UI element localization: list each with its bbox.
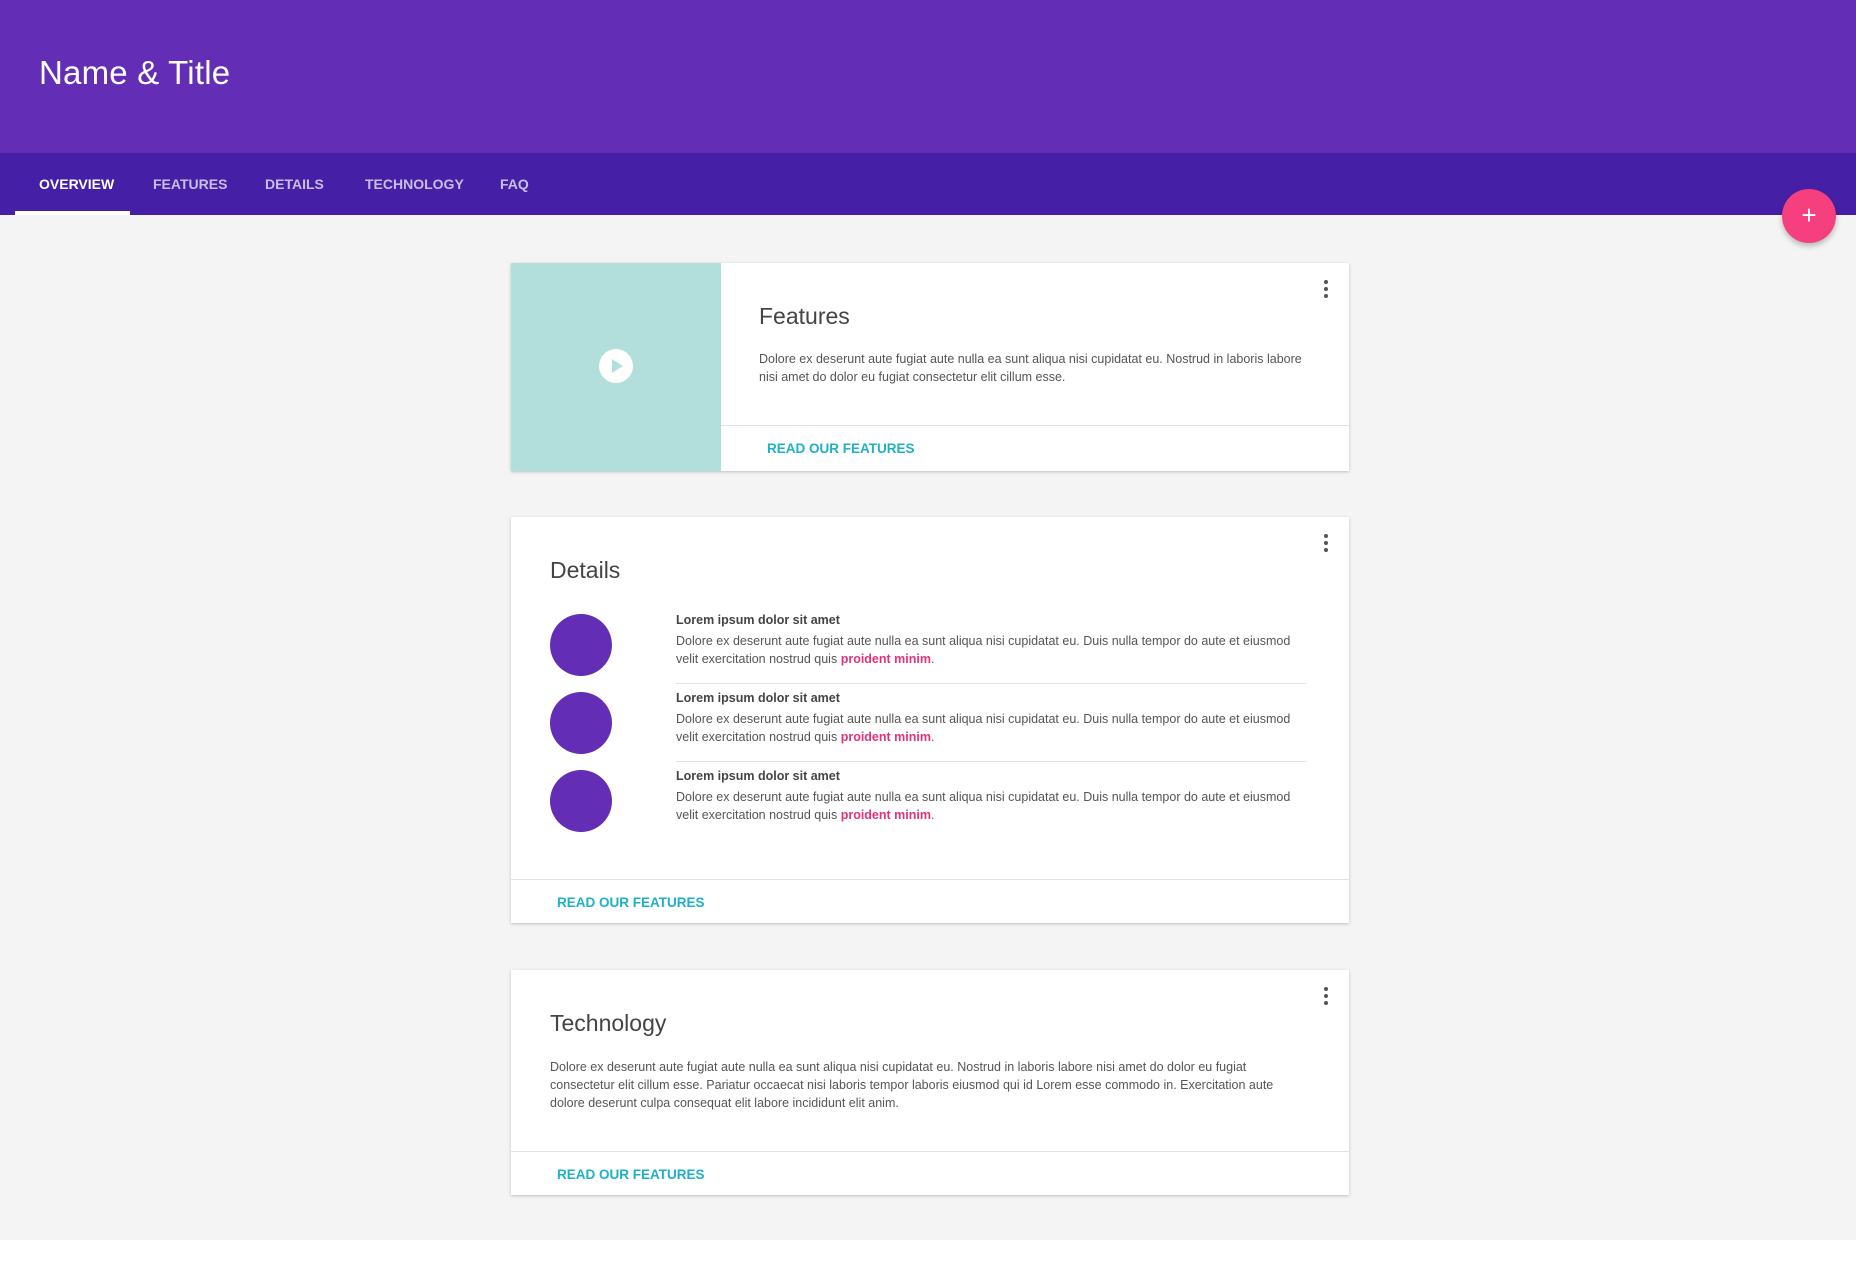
avatar — [550, 614, 612, 676]
features-media — [511, 263, 721, 471]
tab-overview[interactable]: OVERVIEW — [39, 153, 114, 215]
highlight-link[interactable]: proident minim — [841, 652, 931, 666]
tab-faq[interactable]: FAQ — [500, 153, 529, 215]
app-title: Name & Title — [39, 54, 231, 91]
page: Name & Title OVERVIEW FEATURES DETAILS T… — [0, 0, 1856, 1280]
technology-card-body: Dolore ex deserunt aute fugiat aute null… — [550, 1060, 1274, 1110]
footer-space — [0, 1240, 1856, 1280]
plus-icon: + — [1801, 200, 1817, 230]
highlight-link[interactable]: proident minim — [841, 808, 931, 822]
features-card-divider — [721, 425, 1349, 426]
technology-read-button[interactable]: READ OUR FEATURES — [557, 1167, 705, 1182]
details-card: Details Lorem ipsum dolor sit amet Dolor… — [511, 517, 1349, 923]
technology-card-title: Technology — [550, 1010, 667, 1036]
details-card-divider — [511, 879, 1349, 880]
tab-technology[interactable]: TECHNOLOGY — [365, 153, 464, 215]
list-item-text: Dolore ex deserunt aute fugiat aute null… — [676, 790, 1291, 822]
avatar — [550, 770, 612, 832]
tab-bar: OVERVIEW FEATURES DETAILS TECHNOLOGY FAQ — [0, 153, 1856, 215]
highlight-link[interactable]: proident minim — [841, 730, 931, 744]
play-icon[interactable] — [599, 349, 633, 383]
avatar — [550, 692, 612, 754]
app-header: Name & Title — [0, 0, 1856, 153]
details-read-button[interactable]: READ OUR FEATURES — [557, 895, 705, 910]
list-divider — [676, 761, 1306, 762]
technology-card: Technology Dolore ex deserunt aute fugia… — [511, 970, 1349, 1195]
tab-features[interactable]: FEATURES — [153, 153, 227, 215]
list-item-title: Lorem ipsum dolor sit amet — [676, 769, 840, 783]
features-read-button[interactable]: READ OUR FEATURES — [767, 441, 915, 456]
more-vert-icon[interactable] — [1316, 531, 1336, 555]
features-card: Features Dolore ex deserunt aute fugiat … — [511, 263, 1349, 471]
more-vert-icon[interactable] — [1316, 984, 1336, 1008]
add-button[interactable]: + — [1782, 189, 1836, 243]
list-item-title: Lorem ipsum dolor sit amet — [676, 613, 840, 627]
list-item-text: Dolore ex deserunt aute fugiat aute null… — [676, 712, 1291, 744]
list-item-title: Lorem ipsum dolor sit amet — [676, 691, 840, 705]
details-card-title: Details — [550, 557, 621, 583]
features-card-title: Features — [759, 303, 850, 329]
technology-card-divider — [511, 1151, 1349, 1152]
features-card-body: Dolore ex deserunt aute fugiat aute null… — [759, 352, 1302, 384]
list-item-text: Dolore ex deserunt aute fugiat aute null… — [676, 634, 1291, 666]
list-divider — [676, 683, 1306, 684]
tab-details[interactable]: DETAILS — [265, 153, 324, 215]
more-vert-icon[interactable] — [1316, 277, 1336, 301]
